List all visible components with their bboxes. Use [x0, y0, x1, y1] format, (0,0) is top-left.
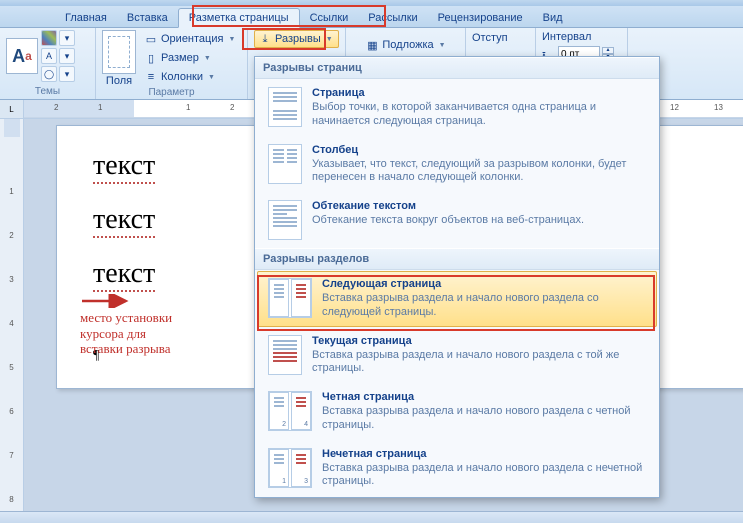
vertical-ruler[interactable]: 12345678 — [0, 119, 24, 512]
tab-page-layout[interactable]: Разметка страницы — [178, 8, 300, 28]
chevron-down-icon: ▼ — [228, 36, 235, 43]
ruler-corner[interactable]: L — [0, 100, 24, 118]
spacing-label: Интервал — [542, 30, 621, 43]
sample-text: текст — [93, 150, 155, 184]
orientation-icon: ▭ — [144, 32, 158, 46]
tab-insert[interactable]: Вставка — [117, 9, 178, 27]
group-themes: Aa ▾ A ▾ ◯ ▾ Темы — [0, 28, 96, 99]
status-bar — [0, 511, 743, 523]
size-button[interactable]: ▯ Размер ▼ — [140, 49, 241, 67]
watermark-icon: ▦ — [365, 38, 379, 52]
themes-button[interactable]: Aa — [6, 38, 38, 74]
chevron-down-icon: ▼ — [208, 74, 215, 81]
breaks-icon: ⤓ — [258, 32, 272, 46]
columns-icon: ≡ — [144, 70, 158, 84]
tab-review[interactable]: Рецензирование — [428, 9, 533, 27]
ribbon-tabs: Главная Вставка Разметка страницы Ссылки… — [0, 6, 743, 28]
breaks-button[interactable]: ⤓ Разрывы ▼ — [254, 30, 339, 48]
menu-item-next-page-section[interactable]: Следующая страницаВставка разрыва раздел… — [257, 271, 657, 327]
dropdown-icon[interactable]: ▾ — [59, 48, 75, 64]
menu-item-column-break[interactable]: СтолбецУказывает, что текст, следующий з… — [257, 137, 657, 193]
menu-item-continuous-section[interactable]: Текущая страницаВставка разрыва раздела … — [257, 328, 657, 384]
dropdown-icon[interactable]: ▾ — [59, 66, 75, 82]
tab-mailings[interactable]: Рассылки — [358, 9, 427, 27]
menu-item-even-page-section[interactable]: 24 Четная страницаВставка разрыва раздел… — [257, 384, 657, 440]
theme-fonts-icon[interactable]: A — [41, 48, 57, 64]
group-label-themes: Темы — [6, 86, 89, 99]
columns-button[interactable]: ≡ Колонки ▼ — [140, 68, 241, 86]
breaks-menu: Разрывы страниц СтраницаВыбор точки, в к… — [254, 56, 660, 498]
theme-colors-icon[interactable] — [41, 30, 57, 46]
tab-home[interactable]: Главная — [55, 9, 117, 27]
group-label-page-setup: Параметр — [102, 87, 241, 100]
dropdown-icon[interactable]: ▾ — [59, 30, 75, 46]
menu-item-odd-page-section[interactable]: 13 Нечетная страницаВставка разрыва разд… — [257, 441, 657, 497]
group-page-setup: Поля ▭ Ориентация ▼ ▯ Размер ▼ ≡ Колонки… — [96, 28, 248, 99]
indent-label: Отступ — [472, 30, 529, 44]
orientation-button[interactable]: ▭ Ориентация ▼ — [140, 30, 241, 48]
margins-label: Поля — [106, 75, 132, 87]
sample-text: текст — [93, 258, 155, 292]
menu-header-section-breaks: Разрывы разделов — [255, 248, 659, 270]
tab-references[interactable]: Ссылки — [300, 9, 359, 27]
chevron-down-icon: ▼ — [326, 36, 333, 43]
menu-header-page-breaks: Разрывы страниц — [255, 57, 659, 79]
watermark-button[interactable]: ▦ Подложка ▼ — [361, 36, 449, 54]
sample-text: текст — [93, 204, 155, 238]
tab-view[interactable]: Вид — [533, 9, 573, 27]
menu-item-page-break[interactable]: СтраницаВыбор точки, в которой заканчива… — [257, 80, 657, 136]
chevron-down-icon: ▼ — [204, 55, 211, 62]
menu-item-text-wrapping-break[interactable]: Обтекание текстомОбтекание текста вокруг… — [257, 193, 657, 247]
chevron-down-icon: ▼ — [439, 42, 446, 49]
spin-up[interactable]: ▴ — [602, 47, 614, 54]
theme-effects-icon[interactable]: ◯ — [41, 66, 57, 82]
annotation-arrow — [82, 294, 132, 308]
margins-button[interactable] — [102, 30, 136, 74]
page-size-icon: ▯ — [144, 51, 158, 65]
annotation-text: место установки курсора для вставки разр… — [80, 310, 172, 357]
